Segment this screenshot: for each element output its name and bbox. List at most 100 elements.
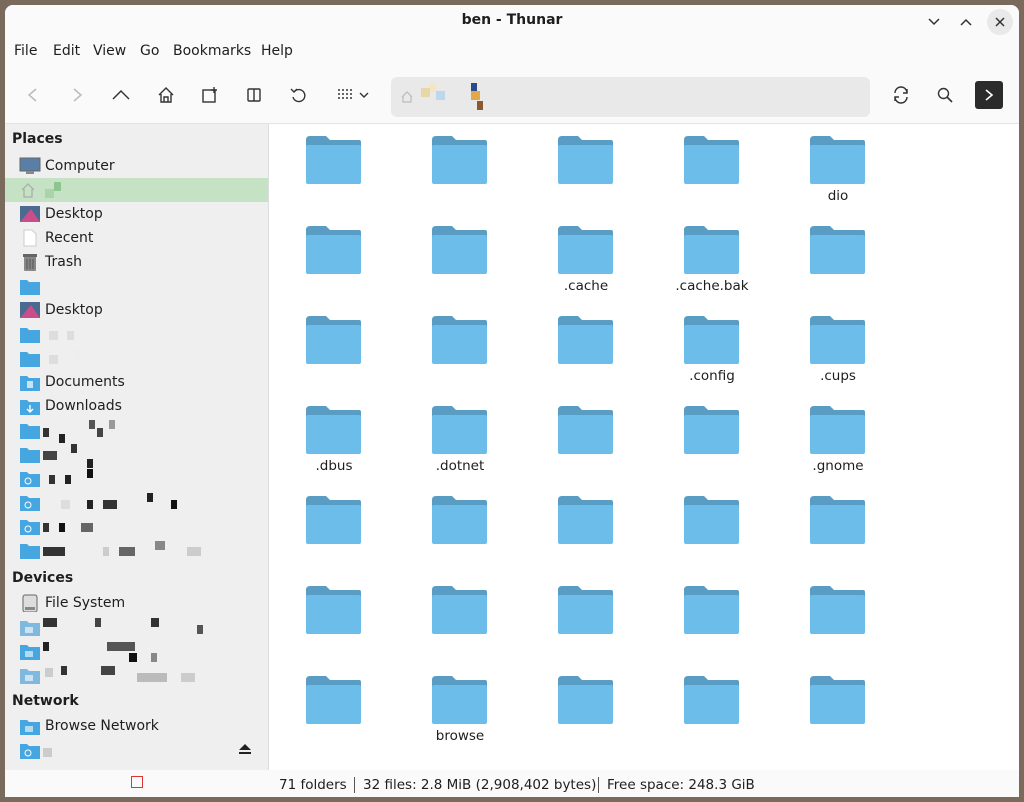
sidebar-item-bookmark[interactable] (5, 442, 268, 468)
sidebar-item-network-mount[interactable] (5, 738, 268, 762)
sidebar-item-bookmark[interactable] (5, 274, 268, 298)
reload-button[interactable] (285, 81, 313, 109)
folder-item[interactable] (397, 580, 523, 666)
menu-bar: File Edit View Go Bookmarks Help (5, 39, 1019, 61)
folder-item[interactable] (649, 490, 775, 576)
blurred-label (61, 500, 70, 509)
sidebar-item-documents[interactable]: Documents (5, 370, 268, 394)
sidebar-item-recent[interactable]: Recent (5, 226, 268, 250)
menu-edit[interactable]: Edit (53, 43, 80, 59)
menu-file[interactable]: File (14, 43, 37, 59)
close-button[interactable] (987, 9, 1013, 35)
folder-item[interactable] (397, 220, 523, 306)
folder-item[interactable]: .config (649, 310, 775, 396)
blurred-label (49, 355, 58, 364)
blurred-label (103, 500, 117, 509)
location-bar[interactable] (391, 77, 870, 117)
folder-item[interactable]: browse (397, 670, 523, 756)
sidebar-item-computer[interactable]: Computer (5, 154, 268, 178)
sidebar-item-network-share[interactable] (5, 490, 268, 514)
sidebar-item-partial[interactable] (5, 762, 268, 770)
sidebar-item-desktop-2[interactable]: Desktop (5, 298, 268, 322)
folder-item[interactable] (271, 580, 397, 666)
folder-item[interactable]: .dbus (271, 400, 397, 486)
view-mode-button[interactable] (335, 81, 375, 109)
sidebar-item-device[interactable] (5, 663, 268, 687)
sidebar-item-device[interactable] (5, 639, 268, 663)
blurred-label (107, 642, 135, 651)
parent-folder-button[interactable] (107, 81, 135, 109)
folder-item[interactable] (775, 670, 901, 756)
eject-icon[interactable] (239, 744, 251, 754)
folder-item[interactable]: .cache.bak (649, 220, 775, 306)
folder-item[interactable] (523, 670, 649, 756)
sidebar-item-bookmark[interactable] (5, 322, 268, 346)
sidebar-item-downloads[interactable]: Downloads (5, 394, 268, 418)
recent-document-icon (23, 229, 37, 247)
sidebar-item-network-share[interactable] (5, 466, 268, 490)
folder-item[interactable] (271, 670, 397, 756)
folder-item[interactable] (523, 400, 649, 486)
blurred-label (119, 547, 135, 556)
home-icon (401, 91, 413, 103)
folder-item[interactable]: .cache (523, 220, 649, 306)
chevron-down-icon (928, 18, 940, 26)
sidebar-item-home[interactable] (5, 178, 268, 202)
folder-item[interactable] (523, 130, 649, 216)
minimize-button[interactable] (921, 9, 947, 35)
folder-item[interactable] (775, 490, 901, 576)
menu-bookmarks[interactable]: Bookmarks (173, 43, 251, 59)
split-view-button[interactable] (240, 81, 268, 109)
folder-item[interactable] (271, 130, 397, 216)
folder-item[interactable]: .cups (775, 310, 901, 396)
folder-item[interactable] (271, 220, 397, 306)
folder-item[interactable] (775, 580, 901, 666)
sidebar-item-label: Computer (45, 158, 115, 174)
folder-item[interactable] (523, 310, 649, 396)
folder-item[interactable] (775, 220, 901, 306)
folder-item[interactable] (649, 670, 775, 756)
folder-item[interactable] (397, 130, 523, 216)
search-button[interactable] (931, 81, 959, 109)
blurred-label (43, 618, 57, 627)
folder-item[interactable] (397, 490, 523, 576)
title-bar[interactable]: ben - Thunar (5, 5, 1019, 37)
sidebar-item-network-share[interactable] (5, 514, 268, 538)
file-view[interactable]: dio .cache .cache.bak .config .cups .dbus .dot… (269, 124, 1019, 770)
sidebar-item-bookmark[interactable] (5, 538, 268, 562)
folder-item[interactable] (649, 130, 775, 216)
back-button[interactable] (19, 81, 47, 109)
menu-help[interactable]: Help (261, 43, 293, 59)
folder-icon (20, 544, 40, 559)
sidebar-item-browse-network[interactable]: Browse Network (5, 714, 268, 738)
sidebar-item-device[interactable] (5, 615, 268, 639)
sidebar-item-file-system[interactable]: File System (5, 591, 268, 615)
folder-name: .cache (563, 278, 609, 294)
folder-item[interactable] (397, 310, 523, 396)
undo-reload-icon (290, 88, 306, 103)
folder-item[interactable] (523, 580, 649, 666)
menu-go[interactable]: Go (140, 43, 159, 59)
folder-item[interactable] (649, 400, 775, 486)
sidebar-item-desktop[interactable]: Desktop (5, 202, 268, 226)
folder-item[interactable] (271, 490, 397, 576)
folder-item[interactable]: .dotnet (397, 400, 523, 486)
folder-item[interactable] (523, 490, 649, 576)
new-tab-button[interactable] (196, 81, 224, 109)
maximize-button[interactable] (953, 9, 979, 35)
folder-item[interactable] (271, 310, 397, 396)
sidebar-item-bookmark[interactable] (5, 418, 268, 443)
refresh-button[interactable] (887, 81, 915, 109)
home-button[interactable] (152, 81, 180, 109)
forward-button[interactable] (63, 81, 91, 109)
sidebar-item-bookmark[interactable] (5, 346, 268, 370)
folder-item[interactable]: dio (775, 130, 901, 216)
terminal-button[interactable] (975, 81, 1003, 109)
menu-view[interactable]: View (93, 43, 126, 59)
blurred-label (87, 500, 93, 509)
sidebar-item-trash[interactable]: Trash (5, 250, 268, 274)
folder-item[interactable] (649, 580, 775, 666)
folder-name: dio (827, 188, 849, 204)
folder-icon (20, 280, 40, 295)
folder-item[interactable]: .gnome (775, 400, 901, 486)
